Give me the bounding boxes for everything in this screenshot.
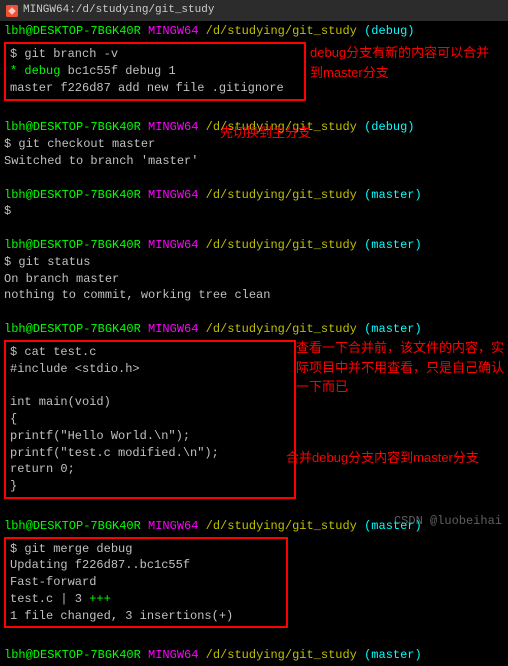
prompt-line: lbh@DESKTOP-7BGK40R MINGW64 /d/studying/…: [4, 187, 504, 204]
output-line: nothing to commit, working tree clean: [4, 287, 504, 304]
cmd-git-branch: $ git branch -v: [10, 46, 300, 63]
prompt-line: lbh@DESKTOP-7BGK40R MINGW64 /d/studying/…: [4, 321, 504, 338]
output-line: master f226d87 add new file .gitignore: [10, 80, 300, 97]
watermark: CSDN @luobeihai: [394, 513, 502, 530]
window-titlebar: MINGW64:/d/studying/git_study: [0, 0, 508, 21]
output-line: printf("test.c modified.\n");: [10, 445, 290, 462]
cat-testc-box: $ cat test.c #include <stdio.h> int main…: [4, 340, 296, 499]
output-line: int main(void): [10, 394, 290, 411]
cmd-empty: $: [4, 203, 504, 220]
terminal-body[interactable]: lbh@DESKTOP-7BGK40R MINGW64 /d/studying/…: [0, 21, 508, 666]
git-branch-box: $ git branch -v * debug bc1c55f debug 1 …: [4, 42, 306, 100]
output-line: [10, 377, 290, 394]
output-line: }: [10, 478, 290, 495]
output-line: test.c | 3 +++: [10, 591, 282, 608]
titlebar-text: MINGW64:/d/studying/git_study: [23, 3, 214, 18]
cmd-git-merge: $ git merge debug: [10, 541, 282, 558]
prompt-line: lbh@DESKTOP-7BGK40R MINGW64 /d/studying/…: [4, 23, 504, 40]
cmd-cat: $ cat test.c: [10, 344, 290, 361]
output-line: return 0;: [10, 461, 290, 478]
annotation-4: 合并debug分支内容到master分支: [286, 448, 496, 468]
output-line: printf("Hello World.\n");: [10, 428, 290, 445]
output-line: Switched to branch 'master': [4, 153, 504, 170]
git-merge-box: $ git merge debug Updating f226d87..bc1c…: [4, 537, 288, 629]
cmd-git-checkout: $ git checkout master: [4, 136, 504, 153]
prompt-line: lbh@DESKTOP-7BGK40R MINGW64 /d/studying/…: [4, 647, 504, 664]
output-line: #include <stdio.h>: [10, 361, 290, 378]
output-line: 1 file changed, 3 insertions(+): [10, 608, 282, 625]
prompt-line: lbh@DESKTOP-7BGK40R MINGW64 /d/studying/…: [4, 237, 504, 254]
prompt-line: lbh@DESKTOP-7BGK40R MINGW64 /d/studying/…: [4, 119, 504, 136]
output-line: {: [10, 411, 290, 428]
output-line: Fast-forward: [10, 574, 282, 591]
git-icon: [6, 5, 18, 17]
annotation-1: debug分支有新的内容可以合并到master分支: [310, 43, 500, 82]
output-line: * debug bc1c55f debug 1: [10, 63, 300, 80]
cmd-git-status: $ git status: [4, 254, 504, 271]
output-line: On branch master: [4, 271, 504, 288]
annotation-3: 查看一下合并前，该文件的内容，实际项目中并不用查看，只是自己确认一下而已: [296, 338, 506, 397]
output-line: Updating f226d87..bc1c55f: [10, 557, 282, 574]
